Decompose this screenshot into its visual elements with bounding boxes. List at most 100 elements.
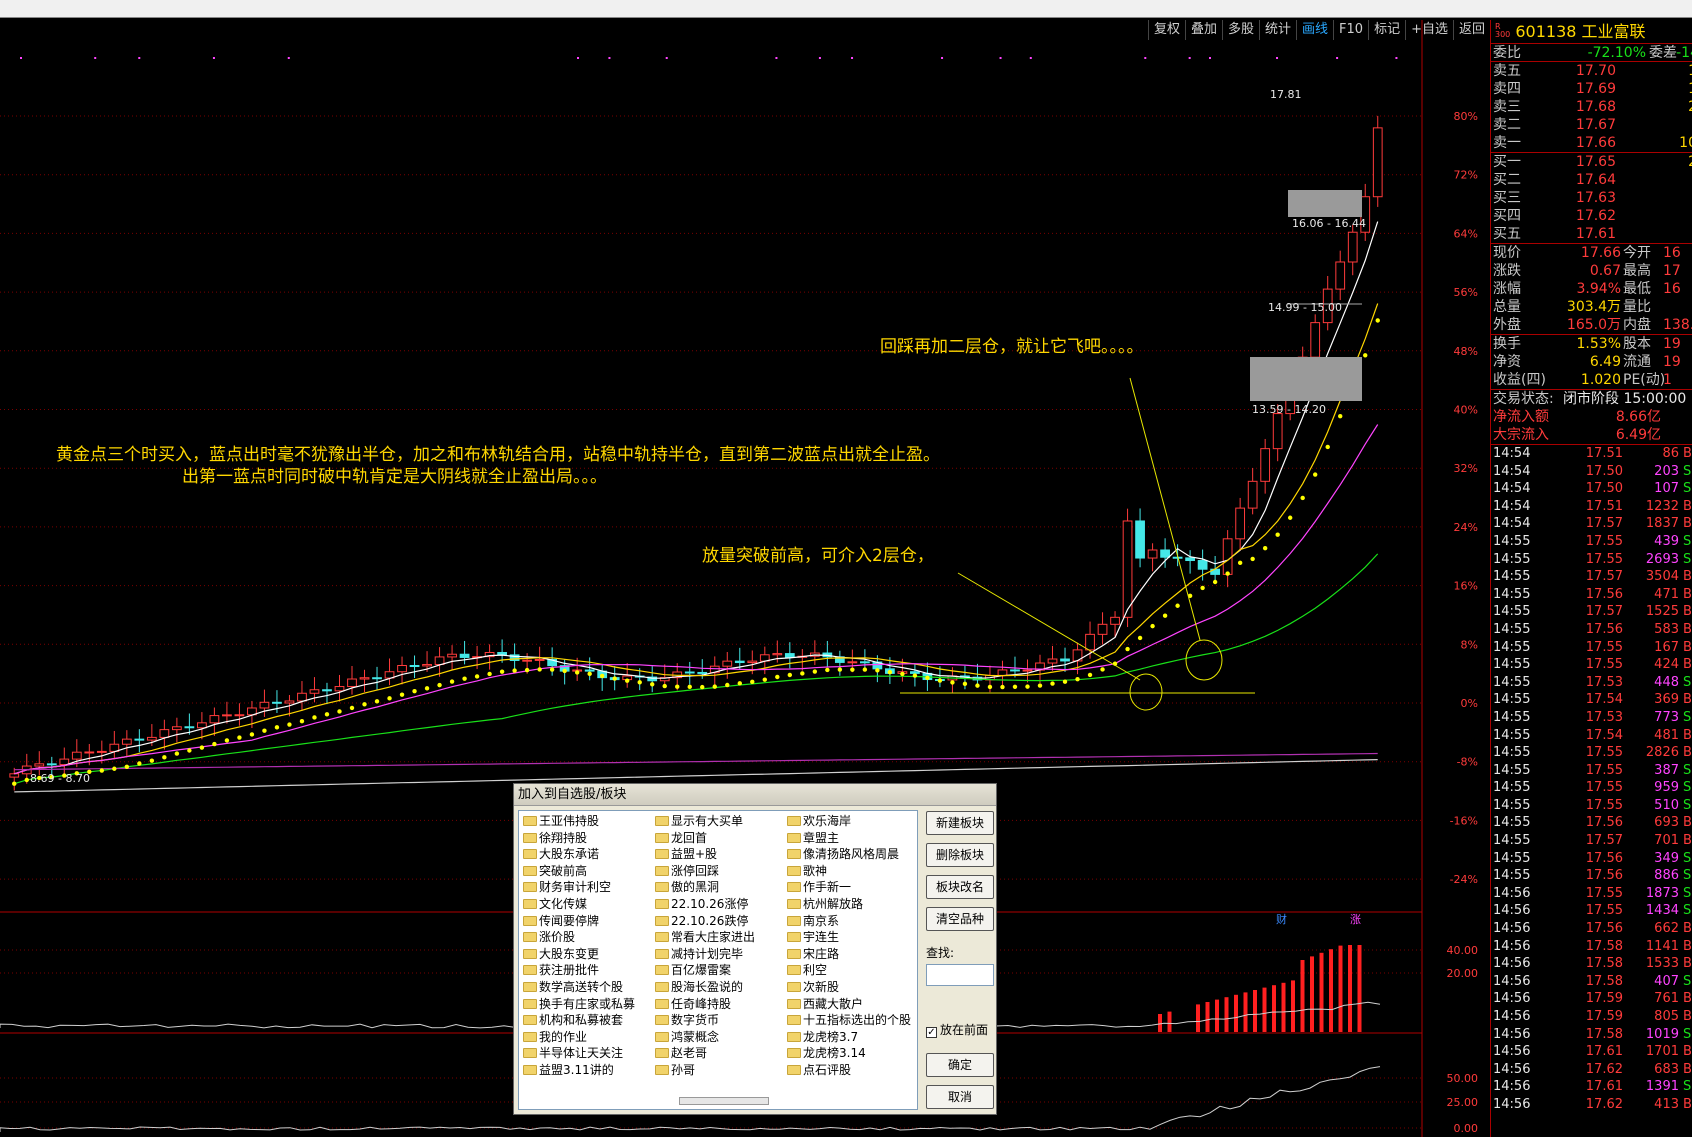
- folder-icon: [787, 1015, 801, 1025]
- gold-dot: [225, 738, 229, 742]
- sector-item[interactable]: 大股东承诺: [521, 846, 656, 863]
- sector-item[interactable]: 数学高送转个股: [521, 979, 656, 996]
- toolbar-button-6[interactable]: 标记: [1368, 20, 1405, 40]
- toolbar-button-0[interactable]: 复权: [1148, 20, 1185, 40]
- sector-item[interactable]: 歌神: [785, 863, 920, 880]
- book-label: 买一: [1493, 153, 1521, 171]
- sector-item[interactable]: 赵老哥: [653, 1045, 788, 1062]
- price-axis-label: 40%: [1454, 404, 1478, 417]
- sector-item[interactable]: 次新股: [785, 979, 920, 996]
- sector-item[interactable]: 换手有庄家或私募: [521, 996, 656, 1013]
- gold-dot: [1050, 681, 1054, 685]
- sector-item[interactable]: 欢乐海岸: [785, 813, 920, 830]
- tick-row: 14:56 17.58 1533 B: [1491, 955, 1692, 973]
- sector-item[interactable]: 减持计划完毕: [653, 946, 788, 963]
- stat-row: 现价 17.66 今开 16: [1491, 244, 1692, 262]
- rename-sector-button[interactable]: 板块改名: [926, 875, 994, 899]
- sector-item[interactable]: 点石评股: [785, 1062, 920, 1079]
- add-to-watchlist-dialog: 加入到自选股/板块 王亚伟持股 徐翔持股 大股东承诺 突破前高 财务审计利空 文化传媒 传闻…: [513, 783, 997, 1115]
- new-sector-button[interactable]: 新建板块: [926, 811, 994, 835]
- stat-row: 外盘 165.0万 内盘 138.: [1491, 316, 1692, 334]
- sector-item[interactable]: 利空: [785, 962, 920, 979]
- sector-item[interactable]: 作手新一: [785, 879, 920, 896]
- sector-item[interactable]: 数字货币: [653, 1012, 788, 1029]
- sector-item[interactable]: 益盟+股: [653, 846, 788, 863]
- toolbar-button-5[interactable]: F10: [1333, 20, 1368, 40]
- sector-item[interactable]: 南京系: [785, 913, 920, 930]
- toolbar-button-7[interactable]: +自选: [1405, 20, 1453, 40]
- sector-item[interactable]: 股海长盈说的: [653, 979, 788, 996]
- folder-icon: [523, 866, 537, 876]
- sector-item[interactable]: 杭州解放路: [785, 896, 920, 913]
- sector-item[interactable]: 财务审计利空: [521, 879, 656, 896]
- sector-item[interactable]: 涨价股: [521, 929, 656, 946]
- stat-value: 0.67: [1543, 262, 1621, 280]
- sector-item[interactable]: 龙回首: [653, 830, 788, 847]
- clear-items-button[interactable]: 清空品种: [926, 907, 994, 931]
- sector-item[interactable]: 获注册批件: [521, 962, 656, 979]
- sector-item[interactable]: 西藏大散户: [785, 996, 920, 1013]
- toolbar-button-4[interactable]: 画线: [1296, 20, 1333, 40]
- stat-value: 6.49: [1543, 353, 1621, 371]
- toolbar-button-1[interactable]: 叠加: [1185, 20, 1222, 40]
- delete-sector-button[interactable]: 删除板块: [926, 843, 994, 867]
- ok-button[interactable]: 确定: [926, 1053, 994, 1077]
- gold-dot: [713, 684, 717, 688]
- sector-item[interactable]: 十五指标选出的个股: [785, 1012, 920, 1029]
- sector-item[interactable]: 任奇峰持股: [653, 996, 788, 1013]
- gold-dot: [200, 745, 204, 749]
- sector-item[interactable]: 半导体让天关注: [521, 1045, 656, 1062]
- gold-dot: [562, 669, 566, 673]
- folder-icon: [655, 882, 669, 892]
- gold-dot: [175, 751, 179, 755]
- candle-body: [260, 702, 269, 708]
- sector-item[interactable]: 22.10.26涨停: [653, 896, 788, 913]
- tick-price: 17.56: [1541, 586, 1623, 604]
- search-input[interactable]: [926, 964, 994, 986]
- sector-item[interactable]: 鸿蒙概念: [653, 1029, 788, 1046]
- sector-item[interactable]: 宇连生: [785, 929, 920, 946]
- candle-body: [210, 716, 219, 723]
- sector-item[interactable]: 徐翔持股: [521, 830, 656, 847]
- sector-item[interactable]: 机构和私募被套: [521, 1012, 656, 1029]
- sector-item[interactable]: 像清扬路风格周晨: [785, 846, 920, 863]
- sector-item[interactable]: 文化传媒: [521, 896, 656, 913]
- gold-dot: [1363, 353, 1367, 357]
- sector-item[interactable]: 显示有大买单: [653, 813, 788, 830]
- sector-item[interactable]: 益盟3.11讲的: [521, 1062, 656, 1079]
- sector-item[interactable]: 傲的黑洞: [653, 879, 788, 896]
- sector-item[interactable]: 龙虎榜3.14: [785, 1045, 920, 1062]
- stat-label: 现价: [1493, 244, 1521, 262]
- cancel-button[interactable]: 取消: [926, 1085, 994, 1109]
- tick-volume: 424: [1627, 656, 1679, 674]
- sector-item[interactable]: 突破前高: [521, 863, 656, 880]
- stat-value2: 17: [1657, 262, 1692, 280]
- sector-item[interactable]: 孙哥: [653, 1062, 788, 1079]
- sector-item[interactable]: 涨停回踩: [653, 863, 788, 880]
- sector-item[interactable]: 百亿爆雷案: [653, 962, 788, 979]
- signal-dot: [1395, 57, 1397, 59]
- tick-volume: 583: [1627, 621, 1679, 639]
- flow-value: 6.49亿: [1591, 426, 1661, 444]
- sector-item[interactable]: 章盟主: [785, 830, 920, 847]
- sector-item[interactable]: 传闻要停牌: [521, 913, 656, 930]
- sector-list[interactable]: 王亚伟持股 徐翔持股 大股东承诺 突破前高 财务审计利空 文化传媒 传闻要停牌 涨价股 大股东变…: [518, 810, 918, 1110]
- tick-volume: 349: [1627, 850, 1679, 868]
- put-front-checkbox[interactable]: ✓ 放在前面: [926, 1021, 988, 1039]
- horizontal-scrollbar[interactable]: [679, 1097, 769, 1105]
- toolbar-button-2[interactable]: 多股: [1222, 20, 1259, 40]
- sector-item[interactable]: 22.10.26跌停: [653, 913, 788, 930]
- toolbar-button-8[interactable]: 返回: [1453, 20, 1490, 40]
- sector-item[interactable]: 王亚伟持股: [521, 813, 656, 830]
- gold-dot: [450, 679, 454, 683]
- folder-icon: [655, 982, 669, 992]
- sector-item[interactable]: 我的作业: [521, 1029, 656, 1046]
- sector-item[interactable]: 龙虎榜3.7: [785, 1029, 920, 1046]
- sector-item[interactable]: 常看大庄家进出: [653, 929, 788, 946]
- gold-dot: [788, 673, 792, 677]
- sector-item[interactable]: 大股东变更: [521, 946, 656, 963]
- candle-body: [1061, 659, 1070, 661]
- toolbar-button-3[interactable]: 统计: [1259, 20, 1296, 40]
- sector-item[interactable]: 宋庄路: [785, 946, 920, 963]
- gold-dot: [900, 672, 904, 676]
